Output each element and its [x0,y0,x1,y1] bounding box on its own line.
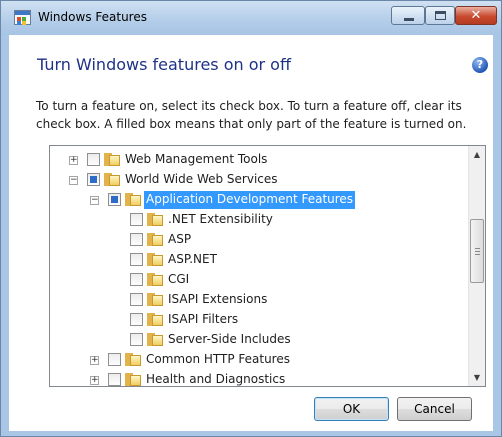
ok-button[interactable]: OK [314,397,389,421]
folder-icon [104,173,120,186]
feature-checkbox[interactable] [130,253,143,266]
folder-icon [147,253,163,266]
tree-item-common-http-features[interactable]: + Common HTTP Features [50,350,468,370]
tree-item-label: ASP [168,232,192,246]
maximize-button[interactable] [425,6,455,25]
folder-icon [147,233,163,246]
tree-item-web-management-tools[interactable]: + Web Management Tools [50,150,468,170]
tree-item-label: CGI [168,272,190,286]
help-icon[interactable]: ? [472,57,488,73]
tree-item-label: .NET Extensibility [168,212,273,226]
folder-icon [104,153,120,166]
feature-checkbox[interactable] [87,153,100,166]
expand-icon[interactable]: + [90,356,99,365]
feature-checkbox[interactable] [130,293,143,306]
cancel-button[interactable]: Cancel [397,397,472,421]
folder-icon [147,273,163,286]
expand-icon[interactable]: + [90,376,99,385]
folder-icon [125,353,141,366]
tree-item-label: World Wide Web Services [125,172,278,186]
folder-icon [147,293,163,306]
minimize-button[interactable] [391,6,425,25]
folder-icon [147,313,163,326]
feature-checkbox[interactable] [87,173,100,186]
feature-checkbox[interactable] [130,333,143,346]
feature-checkbox[interactable] [108,373,121,386]
tree-item-asp-net[interactable]: ASP.NET [50,250,468,270]
tree-item-label: ISAPI Extensions [168,292,268,306]
tree-item-world-wide-web-services[interactable]: − World Wide Web Services [50,170,468,190]
tree-item-label: Server-Side Includes [168,332,291,346]
tree-scrollbar[interactable]: ▲ ▼ [468,146,485,386]
folder-icon [147,333,163,346]
tree-item-server-side-includes[interactable]: Server-Side Includes [50,330,468,350]
tree-item-net-extensibility[interactable]: .NET Extensibility [50,210,468,230]
close-icon: ✕ [470,8,482,23]
feature-checkbox[interactable] [130,273,143,286]
tree-item-label: Web Management Tools [125,152,268,166]
tree-item-label: Common HTTP Features [146,352,290,366]
feature-checkbox[interactable] [108,193,121,206]
scroll-down-icon[interactable]: ▼ [469,369,485,386]
maximize-icon [435,11,446,20]
feature-checkbox[interactable] [130,233,143,246]
features-tree[interactable]: + Web Management Tools − World Wide Web … [49,145,486,387]
folder-icon [147,213,163,226]
tree-item-isapi-extensions[interactable]: ISAPI Extensions [50,290,468,310]
feature-checkbox[interactable] [130,313,143,326]
minimize-icon [404,18,414,21]
tree-item-cgi[interactable]: CGI [50,270,468,290]
collapse-icon[interactable]: − [90,196,99,205]
folder-icon [125,373,141,386]
scroll-thumb[interactable] [470,219,484,283]
tree-item-label: Health and Diagnostics [146,372,286,386]
dialog-content: Turn Windows features on or off ? To tur… [9,35,493,431]
tree-item-label-selected: Application Development Features [144,191,356,209]
windows-features-icon [14,10,31,25]
tree-item-application-development-features[interactable]: − Application Development Features [50,190,468,210]
scroll-up-icon[interactable]: ▲ [469,146,485,163]
tree-item-label: ISAPI Filters [168,312,239,326]
tree-item-asp[interactable]: ASP [50,230,468,250]
feature-checkbox[interactable] [108,353,121,366]
feature-checkbox[interactable] [130,213,143,226]
title-bar[interactable]: Windows Features ✕ [1,1,501,35]
tree-item-isapi-filters[interactable]: ISAPI Filters [50,310,468,330]
folder-icon [125,193,141,206]
close-button[interactable]: ✕ [455,6,497,25]
grip-icon [475,248,480,255]
page-title: Turn Windows features on or off [37,55,291,74]
instructions-text: To turn a feature on, select its check b… [36,99,467,131]
tree-item-health-and-diagnostics[interactable]: + Health and Diagnostics [50,370,468,386]
expand-icon[interactable]: + [69,156,78,165]
window-title: Windows Features [38,10,147,24]
windows-features-dialog: Windows Features ✕ Turn Windows features… [0,0,502,437]
collapse-icon[interactable]: − [69,176,78,185]
tree-item-label: ASP.NET [168,252,217,266]
